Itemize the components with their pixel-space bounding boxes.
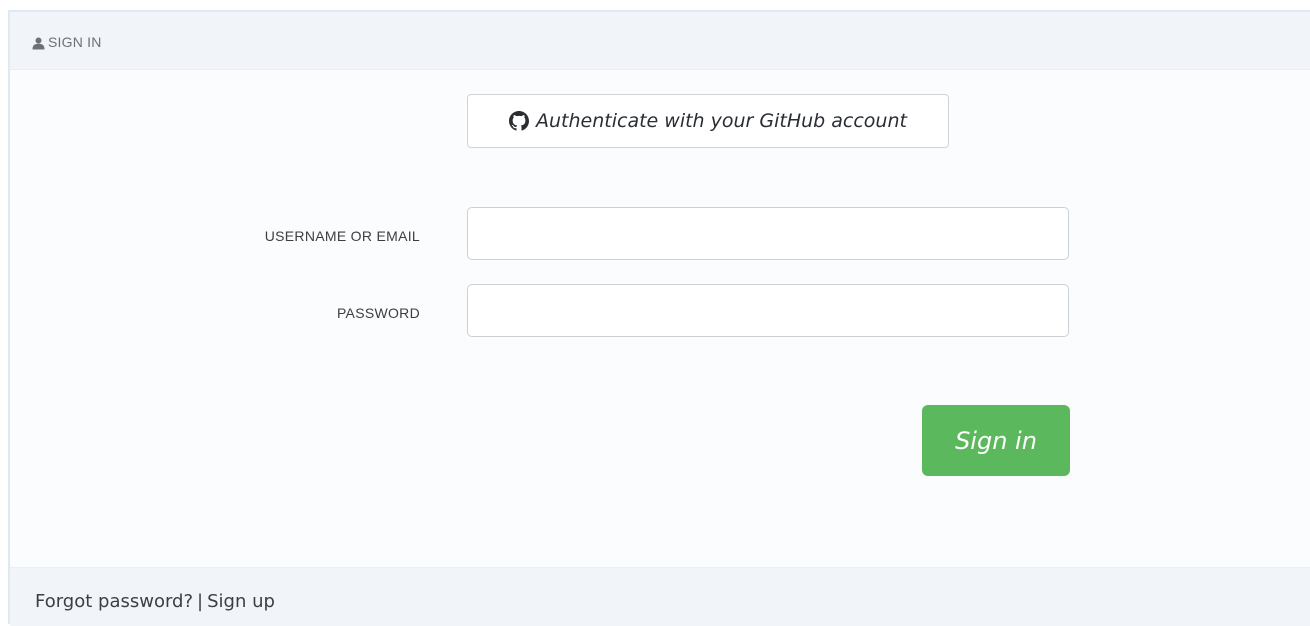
panel-header: SIGN IN (10, 12, 1310, 70)
github-auth-label: Authenticate with your GitHub account (536, 110, 907, 132)
panel-footer: Forgot password? | Sign up (10, 567, 1310, 626)
password-label: PASSWORD (336, 305, 420, 321)
password-input[interactable] (467, 284, 1069, 337)
sign-in-button[interactable]: Sign in (922, 405, 1070, 476)
forgot-password-link[interactable]: Forgot password? (35, 591, 193, 612)
panel-title: SIGN IN (48, 34, 102, 50)
footer-links: Forgot password? | Sign up (35, 591, 275, 612)
user-icon (32, 37, 45, 50)
github-auth-button[interactable]: Authenticate with your GitHub account (467, 94, 949, 148)
username-input[interactable] (467, 207, 1069, 260)
github-icon (509, 111, 530, 131)
username-label: USERNAME OR EMAIL (264, 228, 420, 244)
sign-up-link[interactable]: Sign up (207, 591, 275, 612)
sign-in-panel: SIGN IN Authenticate with your GitHub ac… (8, 10, 1310, 626)
footer-separator: | (197, 591, 204, 612)
